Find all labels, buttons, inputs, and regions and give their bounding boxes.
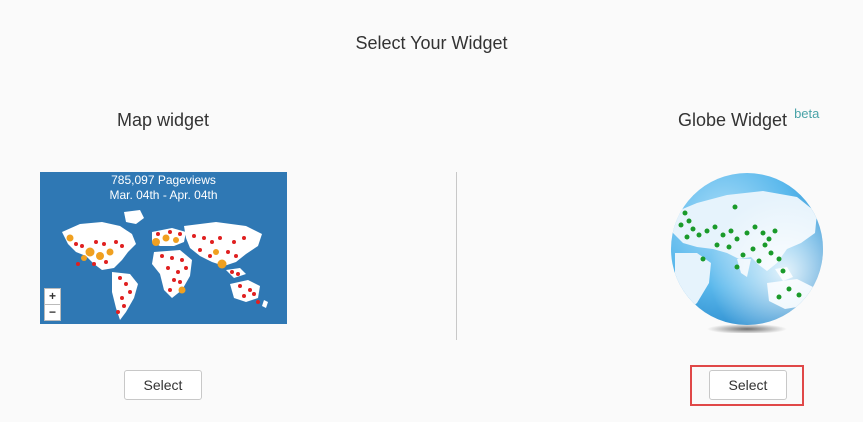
widget-selection-page: Select Your Widget Map widget 785,097 Pa… bbox=[0, 0, 863, 422]
map-stats-overlay: 785,097 Pageviews Mar. 04th - Apr. 04th bbox=[40, 173, 287, 203]
globe-widget-title-text: Globe Widget bbox=[678, 110, 788, 130]
map-widget-title: Map widget bbox=[117, 110, 210, 130]
pageviews-count: 785,097 Pageviews bbox=[111, 173, 216, 187]
globe-select-highlight bbox=[690, 365, 804, 406]
beta-badge: beta bbox=[794, 106, 820, 121]
map-widget-preview: 785,097 Pageviews Mar. 04th - Apr. 04th bbox=[40, 172, 287, 324]
zoom-out-button[interactable]: − bbox=[44, 305, 61, 321]
map-zoom-control: + − bbox=[44, 288, 61, 321]
globe-widget-preview bbox=[667, 173, 827, 334]
globe-image bbox=[671, 173, 823, 334]
date-range: Mar. 04th - Apr. 04th bbox=[109, 188, 218, 202]
globe-widget-title: Globe Widget beta bbox=[678, 106, 819, 131]
map-select-button[interactable]: Select bbox=[124, 370, 202, 400]
page-title: Select Your Widget bbox=[355, 33, 508, 53]
column-divider bbox=[456, 172, 457, 340]
zoom-in-button[interactable]: + bbox=[44, 288, 61, 305]
